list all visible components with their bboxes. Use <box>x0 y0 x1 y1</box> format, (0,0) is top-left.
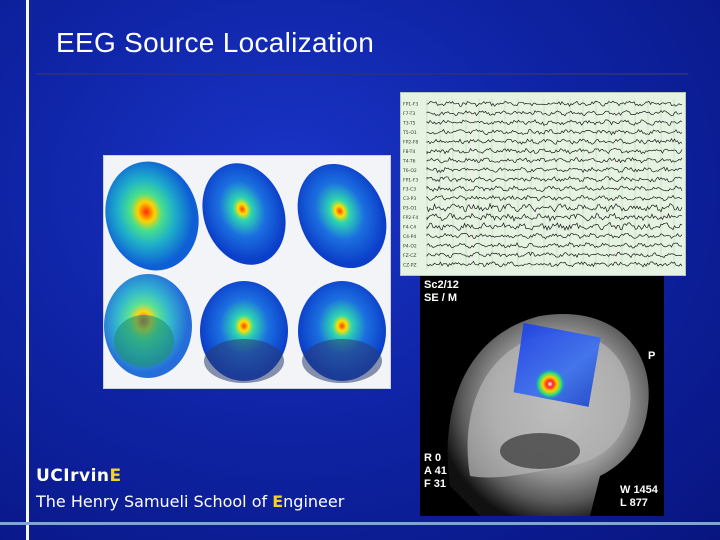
mri-series-label: Sc2/12 SE / M <box>424 279 459 305</box>
mri-coord-a: A 41 <box>424 465 447 477</box>
eeg-channel-label: F7-T3 <box>403 111 415 117</box>
slide-title: EEG Source Localization <box>56 27 375 58</box>
logo-prefix: UCIrvin <box>36 466 110 486</box>
eeg-channel-label: F8-T4 <box>403 149 415 155</box>
eeg-channel-label: P3-O1 <box>403 206 417 212</box>
left-vertical-rule <box>26 0 29 540</box>
mri-coord-f: F 31 <box>424 478 447 490</box>
brain-map-6 <box>298 281 386 383</box>
eeg-trace <box>426 157 683 164</box>
eeg-channel-label: T4-T6 <box>402 158 416 164</box>
eeg-trace <box>426 242 683 249</box>
mri-coordinates: R 0 A 41 F 31 <box>424 452 447 491</box>
mri-window-level: W 1454 L 877 <box>620 484 658 510</box>
mri-window: W 1454 <box>620 484 658 496</box>
eeg-channel-label: FZ-CZ <box>403 253 416 259</box>
eeg-channel-label: C3-P3 <box>403 196 416 202</box>
eeg-trace <box>426 100 683 108</box>
school-name: The Henry Samueli School of Engineer <box>36 492 344 511</box>
eeg-trace <box>426 195 683 202</box>
brain-maps-figure <box>104 161 387 383</box>
eeg-channel-label: FP2-F8 <box>403 140 418 146</box>
eeg-trace <box>426 109 683 117</box>
brain-map-4 <box>104 274 192 378</box>
logo-highlight: E <box>109 466 122 486</box>
eeg-channel-label: F4-C4 <box>403 225 416 231</box>
eeg-trace <box>426 232 683 240</box>
eeg-channel-label: F3-C3 <box>403 187 416 193</box>
uci-logo-text: UCIrvinE <box>36 466 122 486</box>
eeg-trace <box>426 212 683 223</box>
school-suffix: ngineer <box>283 492 345 511</box>
eeg-traces-panel: FP1-F3 F7-T3 T3-T5 T5-O1 FP2-F8 F8-T4 T4-T6 T6-… <box>400 92 686 276</box>
mri-sagittal-image <box>447 313 649 516</box>
eeg-traces: FP1-F3 F7-T3 T3-T5 T5-O1 FP2-F8 F8-T4 T4-T6 T6-… <box>402 99 683 269</box>
eeg-trace <box>426 147 683 155</box>
eeg-trace <box>426 251 683 259</box>
mri-sequence-line: SE / M <box>424 292 458 304</box>
bottom-rule <box>0 522 720 525</box>
eeg-channel-label: C4-P4 <box>403 234 416 240</box>
school-highlight: E <box>272 492 284 511</box>
eeg-trace <box>426 119 683 126</box>
eeg-channel-label: T6-O2 <box>402 168 417 174</box>
mri-series-line: Sc2/12 <box>424 279 459 291</box>
eeg-channel-label: T5-O1 <box>402 130 417 136</box>
eeg-channel-label: P4-O2 <box>403 243 417 249</box>
brain-map-5 <box>200 281 288 383</box>
eeg-channel-label: FP2-F4 <box>403 215 418 221</box>
eeg-trace <box>426 176 683 183</box>
eeg-trace <box>426 138 683 145</box>
mri-level: L 877 <box>620 497 648 509</box>
school-prefix: The Henry Samueli School of <box>36 492 273 511</box>
eeg-channel-label: T3-T5 <box>402 121 416 127</box>
eeg-trace <box>426 221 683 231</box>
eeg-trace <box>426 260 683 268</box>
eeg-trace <box>426 166 683 174</box>
mri-coord-r: R 0 <box>424 452 442 464</box>
title-underline <box>36 73 688 75</box>
brain-map-1 <box>105 161 199 271</box>
brain-source-maps <box>104 156 390 388</box>
eeg-channel-label: FP1-F3 <box>403 177 418 183</box>
eeg-trace <box>426 185 683 193</box>
eeg-trace <box>426 202 683 213</box>
brain-map-3 <box>297 163 387 269</box>
eeg-channel-label: FP1-F3 <box>403 102 418 108</box>
eeg-channel-label: CZ-PZ <box>403 262 417 268</box>
mri-scan-panel: Sc2/12 SE / M P R 0 A 41 F 31 W 1454 L 8… <box>420 276 664 516</box>
brain-map-2 <box>202 163 286 265</box>
mri-orientation-label: P <box>648 350 656 362</box>
eeg-trace <box>426 128 683 136</box>
